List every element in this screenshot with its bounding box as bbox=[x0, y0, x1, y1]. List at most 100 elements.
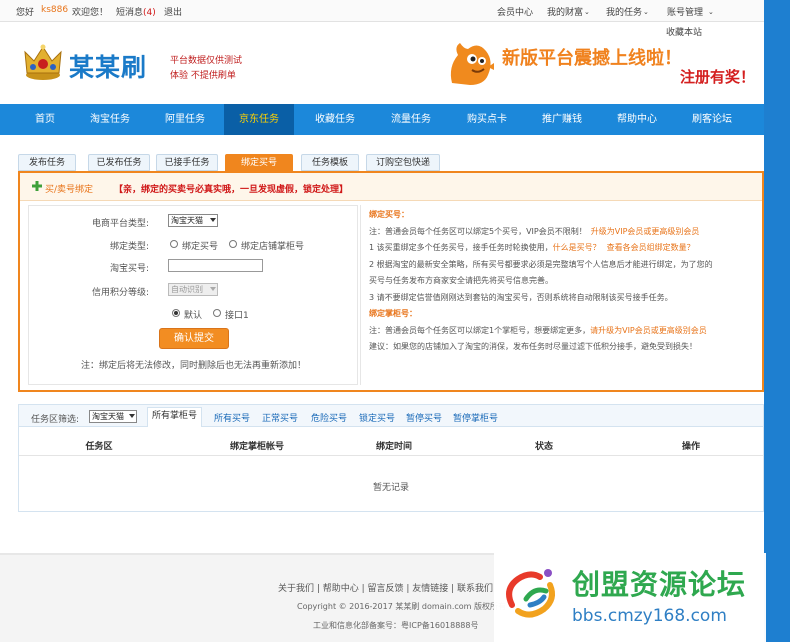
slogan-line1: 平台数据仅供测试 bbox=[170, 56, 243, 66]
mascot-icon bbox=[450, 43, 494, 85]
confirm-submit-button[interactable]: 确认提交 bbox=[159, 328, 229, 349]
filter-tab-paused[interactable]: 暂停买号 bbox=[406, 411, 442, 424]
filter-select[interactable]: 淘宝天猫 bbox=[89, 410, 137, 423]
favorite-link[interactable]: 收藏本站 bbox=[666, 25, 702, 38]
radio-port1[interactable] bbox=[213, 309, 221, 317]
what-is-buyer-link[interactable]: 什么是买号？ bbox=[553, 243, 601, 252]
filter-tab-all-sellers[interactable]: 所有掌柜号 bbox=[147, 407, 203, 427]
seller-info-line1-text: 注：普通会员每个任务区可以绑定1个掌柜号，想要绑定更多， bbox=[369, 326, 591, 335]
right-edge-bar bbox=[764, 0, 790, 642]
table-header: 任务区 绑定掌柜帐号 绑定时间 状态 操作 bbox=[19, 430, 763, 456]
platform-label: 电商平台类型: bbox=[91, 219, 149, 229]
footer-links[interactable]: 关于我们 | 帮助中心 | 留言反馈 | 友情链接 | 联系我们 bbox=[278, 581, 493, 594]
nav-item-taobao[interactable]: 淘宝任务 bbox=[75, 104, 145, 135]
bound-accounts-list: 任务区筛选: 淘宝天猫 所有掌柜号 所有买号 正常买号 危险买号 锁定买号 暂停… bbox=[18, 404, 764, 512]
col-actions: 操作 bbox=[681, 442, 700, 452]
empty-message: 暂无记录 bbox=[372, 483, 409, 493]
panel-warning: 【亲，绑定的买卖号必真实哦，一旦发现虚假，锁定处理】 bbox=[114, 185, 349, 195]
icp-record: 工业和信息化部备案号：粤ICP备16018888号 bbox=[313, 621, 479, 630]
seller-info-title: 绑定掌柜号： bbox=[369, 309, 417, 318]
slogan-line2: 体验 不提供刷单 bbox=[170, 71, 236, 81]
tab-publish-task[interactable]: 发布任务 bbox=[18, 154, 76, 171]
bind-form: 电商平台类型: 淘宝天猫 绑定类型: 绑定买号 绑定店铺掌柜号 淘宝买号: 信用… bbox=[28, 205, 358, 385]
task-tabs: 发布任务 已发布任务 已接手任务 绑定买号 任务模板 订购空包快递 bbox=[18, 154, 766, 171]
chevron-down-icon bbox=[129, 414, 135, 418]
buyer-info-line2: 1 该买重绑定多个任务买号，接手任务时轮换使用，什么是买号？ 查看各会员组绑定数量… bbox=[369, 242, 695, 253]
banner-headline: 新版平台震撼上线啦！ bbox=[502, 48, 682, 69]
buyer-info-line5: 3 请不要绑定信誉值刚刚达到套钻的淘宝买号，否则系统将自动限制该买号接手任务。 bbox=[369, 293, 673, 302]
buyer-account-input[interactable] bbox=[168, 259, 263, 272]
buyer-info-line1: 注：普通会员每个任务区可以绑定5个买号，VIP会员不限制！ 升级为VIP会员或更高… bbox=[369, 226, 699, 237]
my-wealth-menu[interactable]: 我的财富 bbox=[547, 5, 583, 18]
nav-item-ali[interactable]: 阿里任务 bbox=[150, 104, 220, 135]
tab-published-tasks[interactable]: 已发布任务 bbox=[88, 154, 150, 171]
tab-order-express[interactable]: 订购空包快递 bbox=[366, 154, 440, 171]
filter-label: 任务区筛选: bbox=[31, 415, 80, 425]
radio-bind-seller-label: 绑定店铺掌柜号 bbox=[241, 242, 305, 252]
welcome-text: 欢迎您！ bbox=[72, 8, 109, 18]
chevron-down-icon bbox=[210, 287, 216, 291]
buyer-info-line4: 买号与任务发布方商家安全请把先将买号信息完善。 bbox=[369, 276, 553, 285]
nav-item-forum[interactable]: 刷客论坛 bbox=[677, 104, 747, 135]
greeting-text: 您好 bbox=[16, 8, 35, 18]
message-count: (4) bbox=[143, 8, 156, 18]
my-tasks-menu[interactable]: 我的任务 bbox=[606, 5, 642, 18]
nav-item-favorites[interactable]: 收藏任务 bbox=[300, 104, 370, 135]
bind-type-label: 绑定类型: bbox=[109, 242, 149, 252]
filter-tab-danger[interactable]: 危险买号 bbox=[311, 411, 347, 424]
swirl-logo-icon bbox=[506, 569, 555, 618]
top-bar: 您好 ks886 欢迎您！ 短消息(4) 退出 会员中心 我的财富 ⌄ 我的任务… bbox=[0, 0, 764, 22]
tab-task-template[interactable]: 任务模板 bbox=[301, 154, 359, 171]
nav-item-home[interactable]: 首页 bbox=[10, 104, 80, 135]
col-bind-time: 绑定时间 bbox=[375, 442, 412, 452]
copyright-text: Copyright © 2016-2017 某某刷 domain.com 版权所… bbox=[297, 602, 506, 611]
page: 您好 ks886 欢迎您！ 短消息(4) 退出 会员中心 我的财富 ⌄ 我的任务… bbox=[0, 0, 790, 642]
member-center-link[interactable]: 会员中心 bbox=[497, 5, 533, 18]
plus-icon bbox=[32, 181, 42, 191]
messages-label: 短消息 bbox=[116, 8, 144, 18]
bind-note: 注：绑定后将无法修改，同时删除后也无法再重新添加！ bbox=[81, 361, 307, 371]
radio-bind-buyer-label: 绑定买号 bbox=[182, 242, 219, 252]
buyer-info-line2-text: 1 该买重绑定多个任务买号，接手任务时轮换使用， bbox=[369, 243, 553, 252]
banner-sub[interactable]: 注册有奖！ bbox=[680, 66, 755, 87]
nav-item-buy-card[interactable]: 购买点卡 bbox=[452, 104, 522, 135]
seller-info-line1: 注：普通会员每个任务区可以绑定1个掌柜号，想要绑定更多，请升级为VIP会员或更高… bbox=[369, 325, 707, 336]
panel-title: 买/卖号绑定 bbox=[45, 185, 94, 195]
radio-default[interactable] bbox=[172, 309, 180, 317]
filter-tab-normal[interactable]: 正常买号 bbox=[262, 411, 298, 424]
bind-panel: 买/卖号绑定 【亲，绑定的买卖号必真实哦，一旦发现虚假，锁定处理】 电商平台类型… bbox=[18, 171, 764, 392]
platform-select[interactable]: 淘宝天猫 bbox=[168, 214, 218, 227]
nav-item-traffic[interactable]: 流量任务 bbox=[376, 104, 446, 135]
filter-tab-locked[interactable]: 锁定买号 bbox=[359, 411, 395, 424]
upgrade-vip-link-2[interactable]: 请升级为VIP会员或更高级别会员 bbox=[590, 326, 707, 335]
credit-level-select[interactable]: 自动识别 bbox=[168, 283, 218, 296]
nav-item-promote[interactable]: 推广赚钱 bbox=[527, 104, 597, 135]
crown-icon bbox=[24, 44, 62, 80]
filter-tab-paused-sellers[interactable]: 暂停掌柜号 bbox=[453, 411, 498, 424]
credit-level-label: 信用积分等级: bbox=[91, 288, 149, 298]
buyer-info-title: 绑定买号： bbox=[369, 210, 409, 219]
nav-item-jd[interactable]: 京东任务 bbox=[224, 104, 294, 135]
logout-link[interactable]: 退出 bbox=[164, 5, 182, 18]
tab-bind-buyer[interactable]: 绑定买号 bbox=[225, 154, 293, 171]
chevron-down-icon: ⌄ bbox=[708, 8, 714, 16]
radio-bind-seller[interactable] bbox=[229, 240, 237, 248]
chevron-down-icon: ⌄ bbox=[643, 8, 649, 16]
username-link[interactable]: ks886 bbox=[41, 5, 68, 15]
site-logo-text[interactable]: 某某刷 bbox=[69, 48, 147, 84]
tab-accepted-tasks[interactable]: 已接手任务 bbox=[156, 154, 218, 171]
chevron-down-icon bbox=[210, 218, 216, 222]
nav-item-help[interactable]: 帮助中心 bbox=[602, 104, 672, 135]
bind-quota-link[interactable]: 查看各会员组绑定数量？ bbox=[607, 243, 695, 252]
seller-info-line2: 建议：如果您的店铺加入了淘宝的消保，发布任务时尽量过滤下低积分接手，避免受到损失… bbox=[369, 342, 697, 351]
filter-tab-all-buyers[interactable]: 所有买号 bbox=[214, 411, 250, 424]
messages-link[interactable]: 短消息(4) bbox=[116, 5, 156, 18]
radio-bind-buyer[interactable] bbox=[170, 240, 178, 248]
upgrade-vip-link[interactable]: 升级为VIP会员或更高级别会员 bbox=[591, 227, 700, 236]
panel-header: 买/卖号绑定 【亲，绑定的买卖号必真实哦，一旦发现虚假，锁定处理】 bbox=[20, 173, 762, 201]
col-seller-account: 绑定掌柜帐号 bbox=[229, 442, 284, 452]
account-mgmt-menu[interactable]: 账号管理 bbox=[667, 5, 703, 18]
filter-select-value: 淘宝天猫 bbox=[92, 412, 124, 421]
buyer-info-line1-text: 注：普通会员每个任务区可以绑定5个买号，VIP会员不限制！ bbox=[369, 227, 587, 236]
platform-select-value: 淘宝天猫 bbox=[171, 216, 203, 225]
